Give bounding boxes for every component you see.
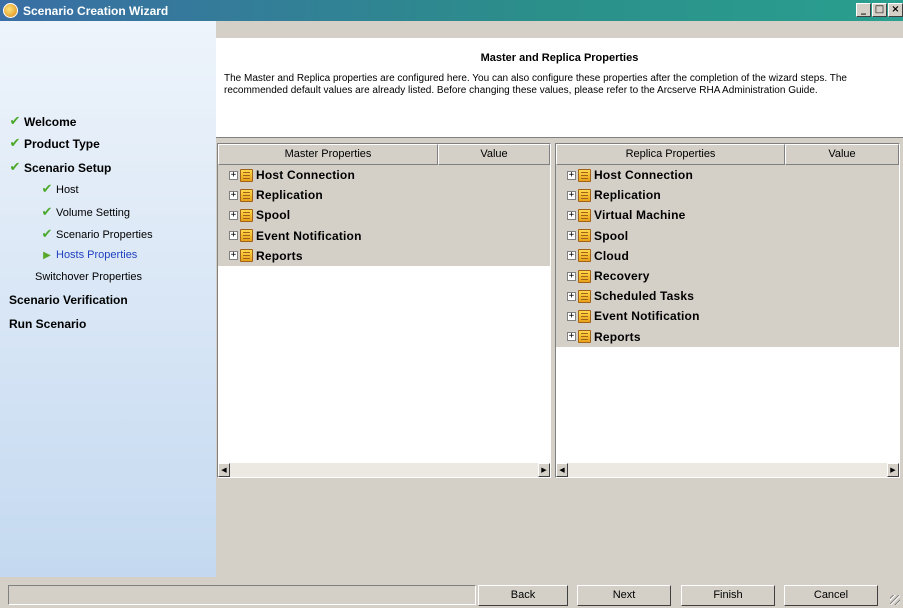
- property-group-icon: [578, 330, 591, 344]
- master-property-row[interactable]: + Event Notification: [218, 226, 550, 246]
- property-group-icon: [578, 208, 591, 222]
- master-property-row[interactable]: + Reports: [218, 246, 550, 266]
- step-volume-setting: ✔ Volume Setting: [38, 205, 130, 220]
- replica-property-row[interactable]: + Virtual Machine: [556, 205, 899, 225]
- back-button[interactable]: Back: [478, 585, 568, 606]
- scroll-track[interactable]: [568, 463, 887, 477]
- window-controls: _ □ ×: [856, 3, 903, 17]
- replica-properties-panel[interactable]: Replica Properties Value + Host Connecti…: [555, 143, 900, 478]
- next-button[interactable]: Next: [577, 585, 671, 606]
- replica-property-row[interactable]: + Replication: [556, 185, 899, 205]
- finish-button[interactable]: Finish: [681, 585, 775, 606]
- property-group-icon: [240, 249, 253, 263]
- replica-property-row[interactable]: + Cloud: [556, 246, 899, 266]
- property-group-icon: [578, 168, 591, 182]
- property-group-icon: [578, 289, 591, 303]
- checkmark-icon: ✔: [41, 205, 53, 220]
- master-property-row[interactable]: + Host Connection: [218, 165, 550, 185]
- expand-icon[interactable]: +: [567, 210, 576, 220]
- step-switchover-properties: Switchover Properties: [35, 271, 142, 283]
- scroll-right-icon[interactable]: ▶: [538, 463, 550, 477]
- checkmark-icon: ✔: [9, 160, 21, 175]
- property-group-icon: [240, 188, 253, 202]
- step-scenario-properties: ✔ Scenario Properties: [38, 227, 153, 242]
- expand-icon[interactable]: +: [229, 210, 238, 220]
- window-title: Scenario Creation Wizard: [23, 3, 169, 18]
- status-bar: [8, 585, 476, 605]
- expand-icon[interactable]: +: [567, 170, 576, 180]
- checkmark-icon: ✔: [9, 114, 21, 129]
- scroll-left-icon[interactable]: ◀: [218, 463, 230, 477]
- property-group-icon: [578, 229, 591, 243]
- checkmark-icon: ✔: [41, 227, 53, 242]
- replica-property-row[interactable]: + Host Connection: [556, 165, 899, 185]
- master-property-column-header[interactable]: Master Properties: [218, 144, 438, 165]
- replica-horizontal-scrollbar[interactable]: ◀ ▶: [556, 463, 899, 477]
- replica-property-row[interactable]: + Recovery: [556, 266, 899, 286]
- step-scenario-verification: Scenario Verification: [9, 293, 128, 307]
- master-properties-panel[interactable]: Master Properties Value + Host Connectio…: [217, 143, 551, 478]
- master-property-row[interactable]: + Spool: [218, 205, 550, 225]
- property-group-icon: [578, 188, 591, 202]
- expand-icon[interactable]: +: [567, 311, 576, 321]
- master-horizontal-scrollbar[interactable]: ◀ ▶: [218, 463, 550, 477]
- resize-grip-icon[interactable]: [890, 595, 900, 605]
- replica-property-row[interactable]: + Scheduled Tasks: [556, 286, 899, 306]
- current-step-arrow-icon: ▶: [43, 249, 51, 261]
- property-group-icon: [240, 208, 253, 222]
- expand-icon[interactable]: +: [229, 251, 238, 261]
- expand-icon[interactable]: +: [567, 291, 576, 301]
- expand-icon[interactable]: +: [229, 231, 238, 241]
- replica-property-list: + Host Connection + Replication + Virtua…: [556, 165, 899, 347]
- wizard-steps-sidebar: ✔ Welcome ✔ Product Type ✔ Scenario Setu…: [0, 21, 216, 577]
- expand-icon[interactable]: +: [567, 251, 576, 261]
- minimize-icon[interactable]: _: [856, 3, 871, 17]
- page-header: Master and Replica Properties The Master…: [216, 38, 903, 138]
- cancel-button[interactable]: Cancel: [784, 585, 878, 606]
- master-value-column-header[interactable]: Value: [438, 144, 550, 165]
- step-host: ✔ Host: [38, 182, 79, 197]
- expand-icon[interactable]: +: [567, 231, 576, 241]
- property-group-icon: [578, 309, 591, 323]
- scroll-left-icon[interactable]: ◀: [556, 463, 568, 477]
- expand-icon[interactable]: +: [567, 332, 576, 342]
- expand-icon[interactable]: +: [567, 271, 576, 281]
- checkmark-icon: ✔: [41, 182, 53, 197]
- property-group-icon: [578, 269, 591, 283]
- step-run-scenario: Run Scenario: [9, 317, 87, 331]
- page-title: Master and Replica Properties: [480, 52, 639, 64]
- property-group-icon: [240, 229, 253, 243]
- property-group-icon: [578, 249, 591, 263]
- replica-value-column-header[interactable]: Value: [785, 144, 899, 165]
- replica-column-headers: Replica Properties Value: [556, 144, 899, 165]
- replica-property-row[interactable]: + Reports: [556, 327, 899, 347]
- master-property-list: + Host Connection + Replication + Spool …: [218, 165, 550, 266]
- master-property-row[interactable]: + Replication: [218, 185, 550, 205]
- app-logo-icon: [3, 3, 18, 18]
- expand-icon[interactable]: +: [567, 190, 576, 200]
- step-hosts-properties: ▶ Hosts Properties: [38, 249, 137, 261]
- checkmark-icon: ✔: [9, 136, 21, 151]
- step-welcome: ✔ Welcome: [6, 114, 77, 129]
- scroll-track[interactable]: [230, 463, 538, 477]
- close-icon[interactable]: ×: [888, 3, 903, 17]
- maximize-icon[interactable]: □: [872, 3, 887, 17]
- replica-property-row[interactable]: + Spool: [556, 226, 899, 246]
- expand-icon[interactable]: +: [229, 190, 238, 200]
- property-group-icon: [240, 168, 253, 182]
- step-scenario-setup: ✔ Scenario Setup: [6, 160, 112, 175]
- expand-icon[interactable]: +: [229, 170, 238, 180]
- step-product-type: ✔ Product Type: [6, 136, 100, 151]
- scroll-right-icon[interactable]: ▶: [887, 463, 899, 477]
- page-description: The Master and Replica properties are co…: [224, 73, 847, 96]
- window-title-bar[interactable]: Scenario Creation Wizard _ □ ×: [0, 0, 903, 21]
- wizard-footer: Back Next Finish Cancel: [0, 583, 903, 608]
- replica-property-row[interactable]: + Event Notification: [556, 306, 899, 326]
- replica-property-column-header[interactable]: Replica Properties: [556, 144, 785, 165]
- master-column-headers: Master Properties Value: [218, 144, 550, 165]
